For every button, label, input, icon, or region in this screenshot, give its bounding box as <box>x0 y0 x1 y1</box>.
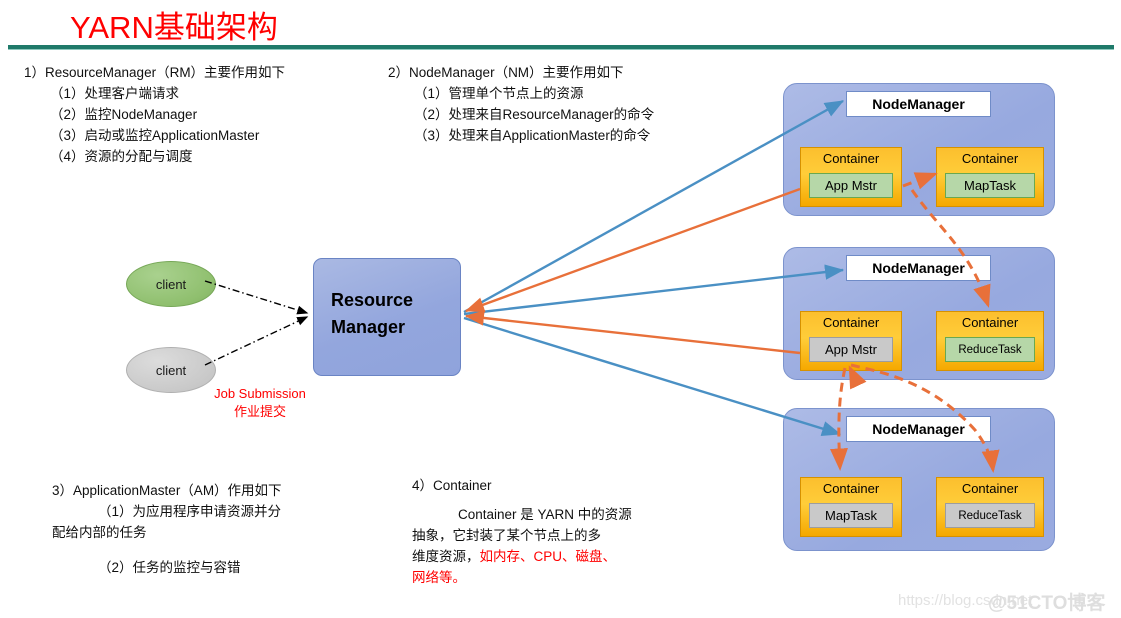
resource-manager-line-2: Manager <box>331 317 406 337</box>
job-submission-zh: 作业提交 <box>233 404 286 419</box>
watermark-cto: @51CTO博客 <box>988 593 1106 614</box>
task-reduce[interactable]: ReduceTask <box>945 337 1035 362</box>
task-app-mstr[interactable]: App Mstr <box>809 337 893 362</box>
task-app-mstr[interactable]: App Mstr <box>809 173 893 198</box>
node-manager-title: NodeManager <box>846 416 991 442</box>
node-manager-title: NodeManager <box>846 255 991 281</box>
task-reduce[interactable]: ReduceTask <box>945 503 1035 528</box>
resource-manager-line-1: Resource <box>331 290 414 310</box>
node-manager-panel-1[interactable]: NodeManager Container App Mstr Container… <box>783 83 1055 216</box>
node-manager-panel-3[interactable]: NodeManager Container MapTask Container … <box>783 408 1055 551</box>
text-block-container: 4）Container Container 是 YARN 中的资源 抽象，它封装… <box>412 475 632 588</box>
nm-item-1: （1）管理单个节点上的资源 <box>414 86 584 101</box>
title-divider <box>8 45 1114 50</box>
arrow-appmstr-to-rm <box>464 187 801 355</box>
container-line-1: Container 是 YARN 中的资源 <box>458 507 632 522</box>
arrow-nm1-appmstr-to-rm <box>464 187 801 313</box>
am-item-2: （2）任务的监控与容错 <box>98 560 241 575</box>
container-box[interactable]: Container ReduceTask <box>936 311 1044 371</box>
node-manager-title: NodeManager <box>846 91 991 117</box>
container-label: Container <box>961 315 1019 330</box>
task-map[interactable]: MapTask <box>945 173 1035 198</box>
rm-item-1: （1）处理客户端请求 <box>50 86 180 101</box>
client-label: client <box>155 276 187 292</box>
page-title: YARN基础架构 <box>70 10 278 45</box>
arrow-client-to-rm-group <box>204 280 309 366</box>
container-line-3-plain: 维度资源， <box>412 549 480 564</box>
container-box[interactable]: Container MapTask <box>936 147 1044 207</box>
job-submission-en: Job Submission <box>214 386 306 401</box>
client-node-green[interactable]: client <box>126 261 216 307</box>
diagram-canvas: YARN基础架构 1）ResourceManager（RM）主要作用如下 （1）… <box>0 0 1121 618</box>
container-label: Container <box>961 481 1019 496</box>
container-label: Container <box>822 151 880 166</box>
am-item-1: （1）为应用程序申请资源并分 <box>98 504 282 519</box>
container-box[interactable]: Container App Mstr <box>800 311 902 371</box>
container-line-4: 网络等。 <box>412 570 466 585</box>
nm-item-3: （3）处理来自ApplicationMaster的命令 <box>414 128 651 143</box>
rm-item-3: （3）启动或监控ApplicationMaster <box>50 128 260 143</box>
arrow-nm2-appmstr-to-rm <box>464 310 801 355</box>
container-label: Container <box>822 481 880 496</box>
resource-manager-label: Resource Manager <box>331 287 413 341</box>
text-block-applicationmaster: 3）ApplicationMaster（AM）作用如下 （1）为应用程序申请资源… <box>52 480 282 578</box>
nm-heading: 2）NodeManager（NM）主要作用如下 <box>388 65 624 80</box>
rm-item-4: （4）资源的分配与调度 <box>50 149 193 164</box>
nm-item-2: （2）处理来自ResourceManager的命令 <box>414 107 655 122</box>
container-box[interactable]: Container ReduceTask <box>936 477 1044 537</box>
text-block-resourcemanager: 1）ResourceManager（RM）主要作用如下 （1）处理客户端请求 （… <box>24 62 285 167</box>
container-line-2: 抽象，它封装了某个节点上的多 <box>412 528 601 543</box>
am-heading: 3）ApplicationMaster（AM）作用如下 <box>52 483 282 498</box>
container-label: Container <box>822 315 880 330</box>
container-heading: 4）Container <box>412 478 492 493</box>
job-submission-caption: Job Submission 作业提交 <box>196 385 324 421</box>
rm-item-2: （2）监控NodeManager <box>50 107 198 122</box>
arrow-client-green-to-rm <box>204 280 309 315</box>
rm-heading: 1）ResourceManager（RM）主要作用如下 <box>24 65 286 80</box>
container-box[interactable]: Container MapTask <box>800 477 902 537</box>
container-line-3: 维度资源，如内存、CPU、磁盘、 <box>412 546 632 567</box>
container-line-3-red: 如内存、CPU、磁盘、 <box>479 549 617 564</box>
client-label: client <box>155 362 187 378</box>
container-label: Container <box>961 151 1019 166</box>
node-manager-panel-2[interactable]: NodeManager Container App Mstr Container… <box>783 247 1055 380</box>
resource-manager-box[interactable]: Resource Manager <box>313 258 461 376</box>
container-box[interactable]: Container App Mstr <box>800 147 902 207</box>
arrow-client-gray-to-rm <box>204 316 309 366</box>
am-item-1-cont: 配给内部的任务 <box>52 525 147 540</box>
text-block-nodemanager: 2）NodeManager（NM）主要作用如下 （1）管理单个节点上的资源 （2… <box>388 62 654 146</box>
task-map[interactable]: MapTask <box>809 503 893 528</box>
